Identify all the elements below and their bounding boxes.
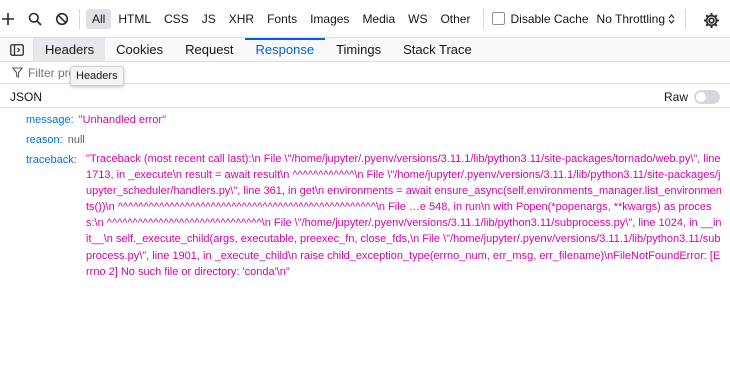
disable-cache-label: Disable Cache — [510, 11, 589, 26]
filter-css-button[interactable]: CSS — [158, 9, 195, 29]
json-row-traceback: traceback: — [26, 152, 77, 168]
toggle-knob — [696, 91, 706, 102]
toolbar-separator — [685, 8, 687, 29]
tab-timings[interactable]: Timings — [325, 38, 392, 61]
filter-fonts-button[interactable]: Fonts — [261, 9, 303, 29]
json-title: JSON — [10, 89, 43, 104]
filter-ws-button[interactable]: WS — [402, 9, 433, 29]
search-icon[interactable] — [24, 8, 46, 30]
json-key: traceback: — [26, 154, 77, 166]
filter-media-button[interactable]: Media — [356, 9, 401, 29]
tab-stack-trace[interactable]: Stack Trace — [392, 38, 483, 61]
details-tab-bar: Headers Cookies Request Response Timings… — [0, 38, 730, 62]
plus-icon[interactable] — [0, 8, 19, 30]
throttling-label: No Throttling — [596, 11, 666, 26]
clear-icon[interactable] — [51, 8, 73, 30]
json-key: reason: — [26, 134, 63, 146]
json-viewer: message: "Unhandled error" reason: null … — [0, 108, 730, 381]
filter-other-button[interactable]: Other — [434, 9, 476, 29]
json-string-value: "Unhandled error" — [78, 114, 167, 126]
updown-chevron-icon — [668, 13, 675, 24]
tab-headers[interactable]: Headers — [34, 38, 106, 61]
panel-icon — [9, 43, 24, 56]
filter-xhr-button[interactable]: XHR — [223, 9, 260, 29]
json-traceback-value: "Traceback (most recent call last):\n Fi… — [86, 153, 722, 278]
tab-cookies[interactable]: Cookies — [105, 38, 174, 61]
disable-cache-checkbox[interactable]: Disable Cache — [492, 11, 589, 26]
tab-response[interactable]: Response — [244, 38, 326, 61]
toolbar-separator — [483, 8, 485, 29]
filter-all-button[interactable]: All — [86, 8, 112, 29]
json-null-value: null — [67, 134, 85, 146]
json-key: message: — [26, 114, 74, 126]
gear-icon[interactable] — [700, 9, 722, 31]
json-row-reason: reason: null — [26, 132, 85, 148]
tooltip: Headers — [70, 66, 124, 86]
filter-icon — [12, 67, 23, 78]
raw-toggle-wrap[interactable]: Raw — [663, 89, 720, 104]
checkbox-box[interactable] — [492, 12, 506, 25]
throttling-select[interactable]: No Throttling — [597, 12, 675, 26]
json-header: JSON Raw — [0, 86, 730, 108]
filter-images-button[interactable]: Images — [304, 9, 355, 29]
filter-js-button[interactable]: JS — [196, 9, 222, 29]
filter-html-button[interactable]: HTML — [112, 9, 157, 29]
toggle-sidebar-button[interactable] — [0, 38, 34, 61]
raw-label: Raw — [663, 89, 688, 104]
json-row-message: message: "Unhandled error" — [26, 112, 166, 128]
tab-request[interactable]: Request — [174, 38, 244, 61]
network-toolbar: All HTML CSS JS XHR Fonts Images Media W… — [0, 0, 730, 38]
raw-toggle[interactable] — [694, 89, 720, 104]
toolbar-separator — [79, 8, 80, 29]
